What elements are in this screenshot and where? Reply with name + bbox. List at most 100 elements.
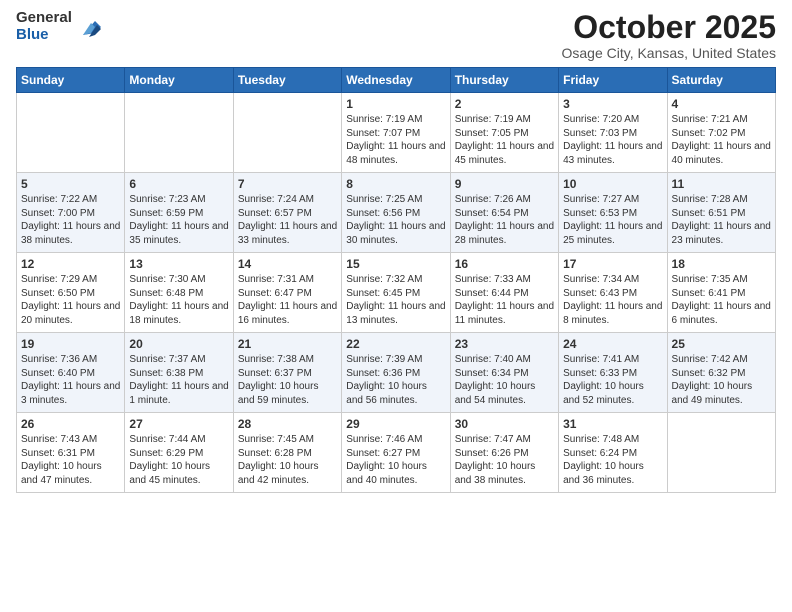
logo-icon: [75, 13, 103, 41]
day-info: Sunrise: 7:25 AM Sunset: 6:56 PM Dayligh…: [346, 193, 445, 247]
day-info: Sunrise: 7:28 AM Sunset: 6:51 PM Dayligh…: [672, 193, 771, 247]
col-thursday: Thursday: [450, 68, 558, 93]
location: Osage City, Kansas, United States: [561, 45, 776, 61]
day-info: Sunrise: 7:43 AM Sunset: 6:31 PM Dayligh…: [21, 433, 120, 487]
day-info: Sunrise: 7:26 AM Sunset: 6:54 PM Dayligh…: [455, 193, 554, 247]
day-number: 28: [238, 417, 337, 431]
calendar-cell: 13 Sunrise: 7:30 AM Sunset: 6:48 PM Dayli…: [125, 253, 233, 333]
day-number: 31: [563, 417, 662, 431]
day-number: 30: [455, 417, 554, 431]
calendar-cell: [667, 413, 775, 493]
day-number: 4: [672, 97, 771, 111]
logo-blue: Blue: [16, 27, 72, 44]
day-number: 3: [563, 97, 662, 111]
calendar-cell: [233, 93, 341, 173]
calendar-cell: 6Sunrise: 7:23 AM Sunset: 6:59 PM Daylig…: [125, 173, 233, 253]
day-info: Sunrise: 7:44 AM Sunset: 6:29 PM Dayligh…: [129, 433, 228, 487]
calendar-cell: 30 Sunrise: 7:47 AM Sunset: 6:26 PM Dayli…: [450, 413, 558, 493]
day-number: 25: [672, 337, 771, 351]
day-info: Sunrise: 7:22 AM Sunset: 7:00 PM Dayligh…: [21, 193, 120, 247]
month-title: October 2025: [561, 10, 776, 45]
week-row-4: 26 Sunrise: 7:43 AM Sunset: 6:31 PM Dayli…: [17, 413, 776, 493]
day-info: Sunrise: 7:20 AM Sunset: 7:03 PM Dayligh…: [563, 113, 662, 167]
day-info: Sunrise: 7:31 AM Sunset: 6:47 PM Dayligh…: [238, 273, 337, 327]
day-number: 9: [455, 177, 554, 191]
calendar-cell: [17, 93, 125, 173]
calendar-cell: 21Sunrise: 7:38 AM Sunset: 6:37 PM Dayli…: [233, 333, 341, 413]
col-tuesday: Tuesday: [233, 68, 341, 93]
day-number: 1: [346, 97, 445, 111]
day-number: 12: [21, 257, 120, 271]
day-info: Sunrise: 7:36 AM Sunset: 6:40 PM Dayligh…: [21, 353, 120, 407]
calendar-cell: 14 Sunrise: 7:31 AM Sunset: 6:47 PM Dayli…: [233, 253, 341, 333]
day-info: Sunrise: 7:24 AM Sunset: 6:57 PM Dayligh…: [238, 193, 337, 247]
day-number: 10: [563, 177, 662, 191]
col-wednesday: Wednesday: [342, 68, 450, 93]
day-info: Sunrise: 7:41 AM Sunset: 6:33 PM Dayligh…: [563, 353, 662, 407]
day-number: 5: [21, 177, 120, 191]
calendar-cell: 1 Sunrise: 7:19 AM Sunset: 7:07 PM Daylig…: [342, 93, 450, 173]
week-row-1: 5 Sunrise: 7:22 AM Sunset: 7:00 PM Daylig…: [17, 173, 776, 253]
calendar-cell: 9 Sunrise: 7:26 AM Sunset: 6:54 PM Daylig…: [450, 173, 558, 253]
day-info: Sunrise: 7:40 AM Sunset: 6:34 PM Dayligh…: [455, 353, 554, 407]
calendar-cell: 2 Sunrise: 7:19 AM Sunset: 7:05 PM Daylig…: [450, 93, 558, 173]
day-info: Sunrise: 7:37 AM Sunset: 6:38 PM Dayligh…: [129, 353, 228, 407]
day-info: Sunrise: 7:19 AM Sunset: 7:05 PM Dayligh…: [455, 113, 554, 167]
calendar-cell: 31 Sunrise: 7:48 AM Sunset: 6:24 PM Dayli…: [559, 413, 667, 493]
day-info: Sunrise: 7:46 AM Sunset: 6:27 PM Dayligh…: [346, 433, 445, 487]
week-row-2: 12Sunrise: 7:29 AM Sunset: 6:50 PM Dayli…: [17, 253, 776, 333]
calendar-cell: 3 Sunrise: 7:20 AM Sunset: 7:03 PM Daylig…: [559, 93, 667, 173]
page-container: General Blue October 2025 Osage City, Ka…: [0, 0, 792, 503]
day-number: 8: [346, 177, 445, 191]
day-number: 17: [563, 257, 662, 271]
day-info: Sunrise: 7:30 AM Sunset: 6:48 PM Dayligh…: [129, 273, 228, 327]
day-number: 24: [563, 337, 662, 351]
day-number: 13: [129, 257, 228, 271]
calendar-cell: 11Sunrise: 7:28 AM Sunset: 6:51 PM Dayli…: [667, 173, 775, 253]
calendar-cell: 28 Sunrise: 7:45 AM Sunset: 6:28 PM Dayli…: [233, 413, 341, 493]
day-number: 2: [455, 97, 554, 111]
calendar-cell: 5 Sunrise: 7:22 AM Sunset: 7:00 PM Daylig…: [17, 173, 125, 253]
day-number: 7: [238, 177, 337, 191]
day-number: 20: [129, 337, 228, 351]
day-info: Sunrise: 7:34 AM Sunset: 6:43 PM Dayligh…: [563, 273, 662, 327]
day-number: 21: [238, 337, 337, 351]
calendar-cell: 4 Sunrise: 7:21 AM Sunset: 7:02 PM Daylig…: [667, 93, 775, 173]
day-info: Sunrise: 7:19 AM Sunset: 7:07 PM Dayligh…: [346, 113, 445, 167]
day-number: 26: [21, 417, 120, 431]
day-info: Sunrise: 7:47 AM Sunset: 6:26 PM Dayligh…: [455, 433, 554, 487]
logo-text: General Blue: [16, 10, 72, 43]
header-row: Sunday Monday Tuesday Wednesday Thursday…: [17, 68, 776, 93]
calendar-cell: 10 Sunrise: 7:27 AM Sunset: 6:53 PM Dayli…: [559, 173, 667, 253]
calendar-cell: 29Sunrise: 7:46 AM Sunset: 6:27 PM Dayli…: [342, 413, 450, 493]
day-number: 16: [455, 257, 554, 271]
col-sunday: Sunday: [17, 68, 125, 93]
calendar-cell: 22Sunrise: 7:39 AM Sunset: 6:36 PM Dayli…: [342, 333, 450, 413]
calendar-cell: [125, 93, 233, 173]
day-info: Sunrise: 7:45 AM Sunset: 6:28 PM Dayligh…: [238, 433, 337, 487]
calendar-cell: 27Sunrise: 7:44 AM Sunset: 6:29 PM Dayli…: [125, 413, 233, 493]
day-info: Sunrise: 7:35 AM Sunset: 6:41 PM Dayligh…: [672, 273, 771, 327]
day-info: Sunrise: 7:21 AM Sunset: 7:02 PM Dayligh…: [672, 113, 771, 167]
day-number: 18: [672, 257, 771, 271]
calendar-table: Sunday Monday Tuesday Wednesday Thursday…: [16, 67, 776, 493]
col-monday: Monday: [125, 68, 233, 93]
day-info: Sunrise: 7:23 AM Sunset: 6:59 PM Dayligh…: [129, 193, 228, 247]
calendar-cell: 26 Sunrise: 7:43 AM Sunset: 6:31 PM Dayli…: [17, 413, 125, 493]
col-saturday: Saturday: [667, 68, 775, 93]
col-friday: Friday: [559, 68, 667, 93]
calendar-cell: 12Sunrise: 7:29 AM Sunset: 6:50 PM Dayli…: [17, 253, 125, 333]
calendar-cell: 18 Sunrise: 7:35 AM Sunset: 6:41 PM Dayli…: [667, 253, 775, 333]
logo: General Blue: [16, 10, 103, 43]
page-header: General Blue October 2025 Osage City, Ka…: [16, 10, 776, 61]
calendar-cell: 19Sunrise: 7:36 AM Sunset: 6:40 PM Dayli…: [17, 333, 125, 413]
calendar-cell: 17 Sunrise: 7:34 AM Sunset: 6:43 PM Dayli…: [559, 253, 667, 333]
calendar-cell: 15Sunrise: 7:32 AM Sunset: 6:45 PM Dayli…: [342, 253, 450, 333]
calendar-cell: 20 Sunrise: 7:37 AM Sunset: 6:38 PM Dayli…: [125, 333, 233, 413]
logo-general: General: [16, 10, 72, 27]
day-number: 14: [238, 257, 337, 271]
day-info: Sunrise: 7:27 AM Sunset: 6:53 PM Dayligh…: [563, 193, 662, 247]
day-info: Sunrise: 7:48 AM Sunset: 6:24 PM Dayligh…: [563, 433, 662, 487]
title-block: October 2025 Osage City, Kansas, United …: [561, 10, 776, 61]
week-row-0: 1 Sunrise: 7:19 AM Sunset: 7:07 PM Daylig…: [17, 93, 776, 173]
